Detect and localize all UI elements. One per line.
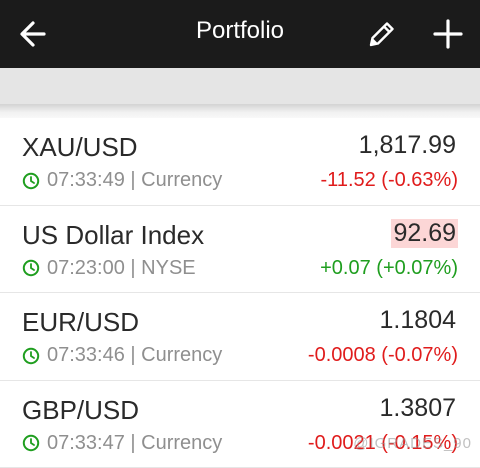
symbol-name: EUR/USD xyxy=(22,307,140,337)
list-item[interactable]: GBP/USD 07:33:47 | Currency 1.3807 -0.00… xyxy=(0,380,480,468)
symbol-time-exchange: 07:33:49 | Currency xyxy=(47,169,223,191)
clock-icon xyxy=(22,434,40,452)
symbol-change: -0.0008 (-0.07%) xyxy=(307,344,458,366)
clock-icon xyxy=(22,259,40,277)
plus-icon[interactable] xyxy=(428,14,468,54)
symbol-time-exchange: 07:33:47 | Currency xyxy=(47,431,223,454)
symbol-price: 1,817.99 xyxy=(358,131,456,159)
strip-shadow xyxy=(0,104,480,118)
symbol-change: +0.07 (+0.07%) xyxy=(320,256,458,279)
pencil-icon[interactable] xyxy=(362,14,402,54)
clock-icon xyxy=(22,347,40,364)
symbol-change: -11.52 (-0.63%) xyxy=(320,169,458,191)
header-strip xyxy=(0,68,480,104)
list-item[interactable]: XAU/USD 07:33:49 | Currency 1,817.99 -11… xyxy=(0,118,480,206)
symbol-price: 92.69 xyxy=(391,218,458,248)
symbol-name: GBP/USD xyxy=(22,394,140,425)
symbol-time-exchange: 07:23:00 | NYSE xyxy=(47,256,196,279)
app-header: Portfolio xyxy=(0,0,480,68)
list-item[interactable]: US Dollar Index 07:23:00 | NYSE 92.69 +0… xyxy=(0,205,480,293)
clock-icon xyxy=(22,172,40,189)
page-title: Portfolio xyxy=(195,17,285,44)
symbol-name: US Dollar Index xyxy=(22,219,205,250)
watermark: @IGRADES_90 xyxy=(353,435,472,452)
symbol-meta: 07:33:47 | Currency xyxy=(22,432,222,455)
symbol-name: XAU/USD xyxy=(22,132,138,162)
list-item[interactable]: EUR/USD 07:33:46 | Currency 1.1804 -0.00… xyxy=(0,293,480,381)
portfolio-list: XAU/USD 07:33:49 | Currency 1,817.99 -11… xyxy=(0,118,480,468)
symbol-price: 1.3807 xyxy=(379,393,456,422)
symbol-time-exchange: 07:33:46 | Currency xyxy=(47,344,223,366)
symbol-meta: 07:33:49 | Currency xyxy=(22,169,222,192)
symbol-meta: 07:23:00 | NYSE xyxy=(22,257,196,280)
symbol-price: 1.1804 xyxy=(379,306,456,334)
symbol-meta: 07:33:46 | Currency xyxy=(22,344,222,367)
